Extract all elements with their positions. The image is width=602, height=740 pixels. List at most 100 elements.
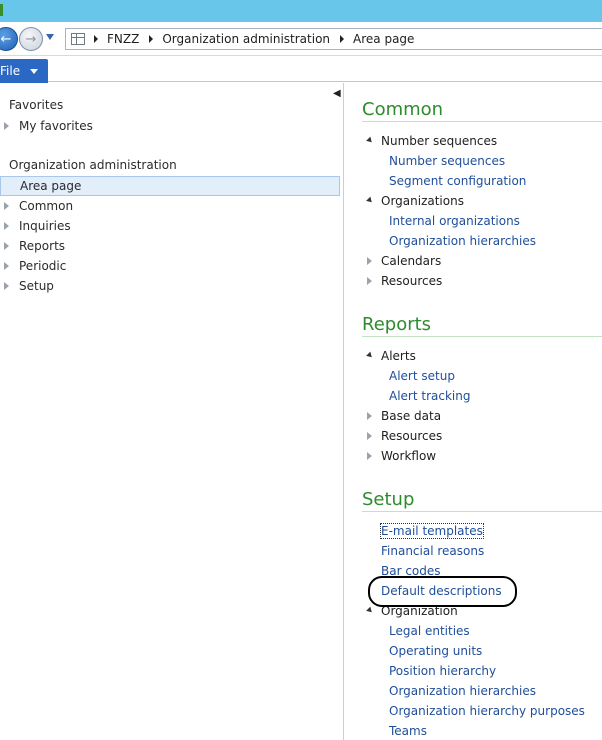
link-label: Number sequences: [389, 154, 506, 168]
forward-button[interactable]: →: [19, 27, 43, 51]
address-bar[interactable]: FNZZ Organization administration Area page: [65, 28, 602, 50]
nav-item-inquiries[interactable]: Inquiries: [0, 216, 340, 236]
group-number-sequences[interactable]: Number sequences: [366, 131, 498, 151]
nav-item-label: My favorites: [19, 119, 93, 133]
nav-item-label: Periodic: [19, 259, 67, 273]
link-internal-organizations[interactable]: Internal organizations: [389, 211, 520, 231]
chevron-right-icon[interactable]: [340, 35, 345, 43]
link-label: Bar codes: [381, 564, 441, 578]
group-resources[interactable]: Resources: [367, 271, 442, 291]
link-number-sequences[interactable]: Number sequences: [389, 151, 505, 171]
section-title-reports: Reports: [362, 314, 602, 337]
group-organization[interactable]: Organization: [366, 601, 458, 621]
chevron-down-icon: [30, 68, 39, 74]
section-title-setup: Setup: [362, 489, 602, 512]
link-alert-setup[interactable]: Alert setup: [389, 366, 455, 386]
link-financial-reasons[interactable]: Financial reasons: [381, 541, 484, 561]
favorites-heading: Favorites: [9, 98, 64, 112]
collapse-arrow-icon[interactable]: [366, 351, 374, 360]
expand-arrow-icon[interactable]: [4, 242, 9, 250]
link-label: E-mail templates: [380, 523, 484, 539]
link-label: Legal entities: [389, 624, 470, 638]
link-label: Organization hierarchy purposes: [389, 704, 585, 718]
link-label: Segment configuration: [389, 174, 527, 188]
nav-item-common[interactable]: Common: [0, 196, 340, 216]
expand-arrow-icon[interactable]: [367, 412, 372, 420]
link-label: Teams: [389, 724, 427, 738]
collapse-arrow-icon[interactable]: [366, 136, 374, 145]
nav-item-reports[interactable]: Reports: [0, 236, 340, 256]
breadcrumb-item[interactable]: Organization administration: [162, 32, 330, 46]
group-organizations[interactable]: Organizations: [366, 191, 464, 211]
expand-arrow-icon[interactable]: [367, 277, 372, 285]
breadcrumb-item[interactable]: Area page: [353, 32, 414, 46]
collapse-arrow-icon[interactable]: [366, 606, 374, 615]
group-label: Organizations: [381, 194, 464, 208]
expand-arrow-icon[interactable]: [4, 282, 9, 290]
group-base-data[interactable]: Base data: [367, 406, 441, 426]
link-label: Position hierarchy: [389, 664, 497, 678]
navigation-bar: ← → FNZZ Organization administration Area …: [0, 22, 602, 56]
nav-item-periodic[interactable]: Periodic: [0, 256, 340, 276]
app-icon-fragment: [0, 4, 3, 16]
link-label: Alert tracking: [389, 389, 471, 403]
link-label: Default descriptions: [381, 584, 502, 598]
chevron-right-icon[interactable]: [94, 35, 98, 43]
expand-arrow-icon[interactable]: [4, 262, 9, 270]
page-grid-icon[interactable]: [71, 33, 85, 45]
file-menu-label: File: [0, 64, 21, 78]
file-menu-button[interactable]: File: [0, 59, 48, 83]
link-teams[interactable]: Teams: [389, 721, 427, 740]
link-organization-hierarchies[interactable]: Organization hierarchies: [389, 681, 536, 701]
link-label: Organization hierarchies: [389, 684, 536, 698]
expand-arrow-icon[interactable]: [367, 257, 372, 265]
ribbon: File: [0, 56, 602, 83]
link-organization-hierarchies[interactable]: Organization hierarchies: [389, 231, 536, 251]
group-label: Resources: [381, 429, 443, 443]
expand-arrow-icon[interactable]: [4, 122, 9, 130]
group-resources[interactable]: Resources: [367, 426, 443, 446]
group-label: Alerts: [381, 349, 416, 363]
group-alerts[interactable]: Alerts: [366, 346, 416, 366]
navigation-pane: ◀ Favorites Organization administration …: [0, 83, 344, 740]
back-arrow-icon: ←: [0, 31, 12, 47]
link-e-mail-templates[interactable]: E-mail templates: [380, 521, 484, 541]
link-label: Internal organizations: [389, 214, 520, 228]
chevron-right-icon[interactable]: [149, 35, 154, 43]
link-default-descriptions[interactable]: Default descriptions: [381, 581, 502, 601]
nav-item-label: Reports: [19, 239, 66, 253]
group-label: Workflow: [381, 449, 437, 463]
link-bar-codes[interactable]: Bar codes: [381, 561, 441, 581]
nav-item-area-page[interactable]: Area page: [0, 176, 340, 196]
expand-arrow-icon[interactable]: [367, 452, 372, 460]
nav-item-label: Setup: [19, 279, 54, 293]
expand-arrow-icon[interactable]: [4, 222, 9, 230]
link-organization-hierarchy-purposes[interactable]: Organization hierarchy purposes: [389, 701, 585, 721]
breadcrumb-item[interactable]: FNZZ: [107, 32, 139, 46]
history-dropdown-icon[interactable]: [46, 34, 54, 40]
title-bar: [0, 0, 602, 22]
group-label: Organization: [381, 604, 458, 618]
back-button[interactable]: ←: [0, 27, 18, 51]
group-label: Number sequences: [381, 134, 498, 148]
breadcrumb: FNZZ Organization administration Area page: [94, 29, 424, 49]
link-legal-entities[interactable]: Legal entities: [389, 621, 470, 641]
collapse-pane-icon[interactable]: ◀: [333, 88, 341, 99]
nav-item-label: Inquiries: [19, 219, 71, 233]
nav-item-setup[interactable]: Setup: [0, 276, 340, 296]
group-workflow[interactable]: Workflow: [367, 446, 437, 466]
link-operating-units[interactable]: Operating units: [389, 641, 482, 661]
group-label: Calendars: [381, 254, 442, 268]
link-position-hierarchy[interactable]: Position hierarchy: [389, 661, 496, 681]
link-alert-tracking[interactable]: Alert tracking: [389, 386, 470, 406]
link-label: Alert setup: [389, 369, 455, 383]
link-segment-configuration[interactable]: Segment configuration: [389, 171, 526, 191]
collapse-arrow-icon[interactable]: [366, 196, 374, 205]
group-calendars[interactable]: Calendars: [367, 251, 442, 271]
nav-item-label: Area page: [20, 179, 82, 193]
expand-arrow-icon[interactable]: [4, 202, 9, 210]
link-label: Financial reasons: [381, 544, 485, 558]
nav-item-my-favorites[interactable]: My favorites: [0, 116, 340, 136]
nav-item-label: Common: [19, 199, 74, 213]
expand-arrow-icon[interactable]: [367, 432, 372, 440]
